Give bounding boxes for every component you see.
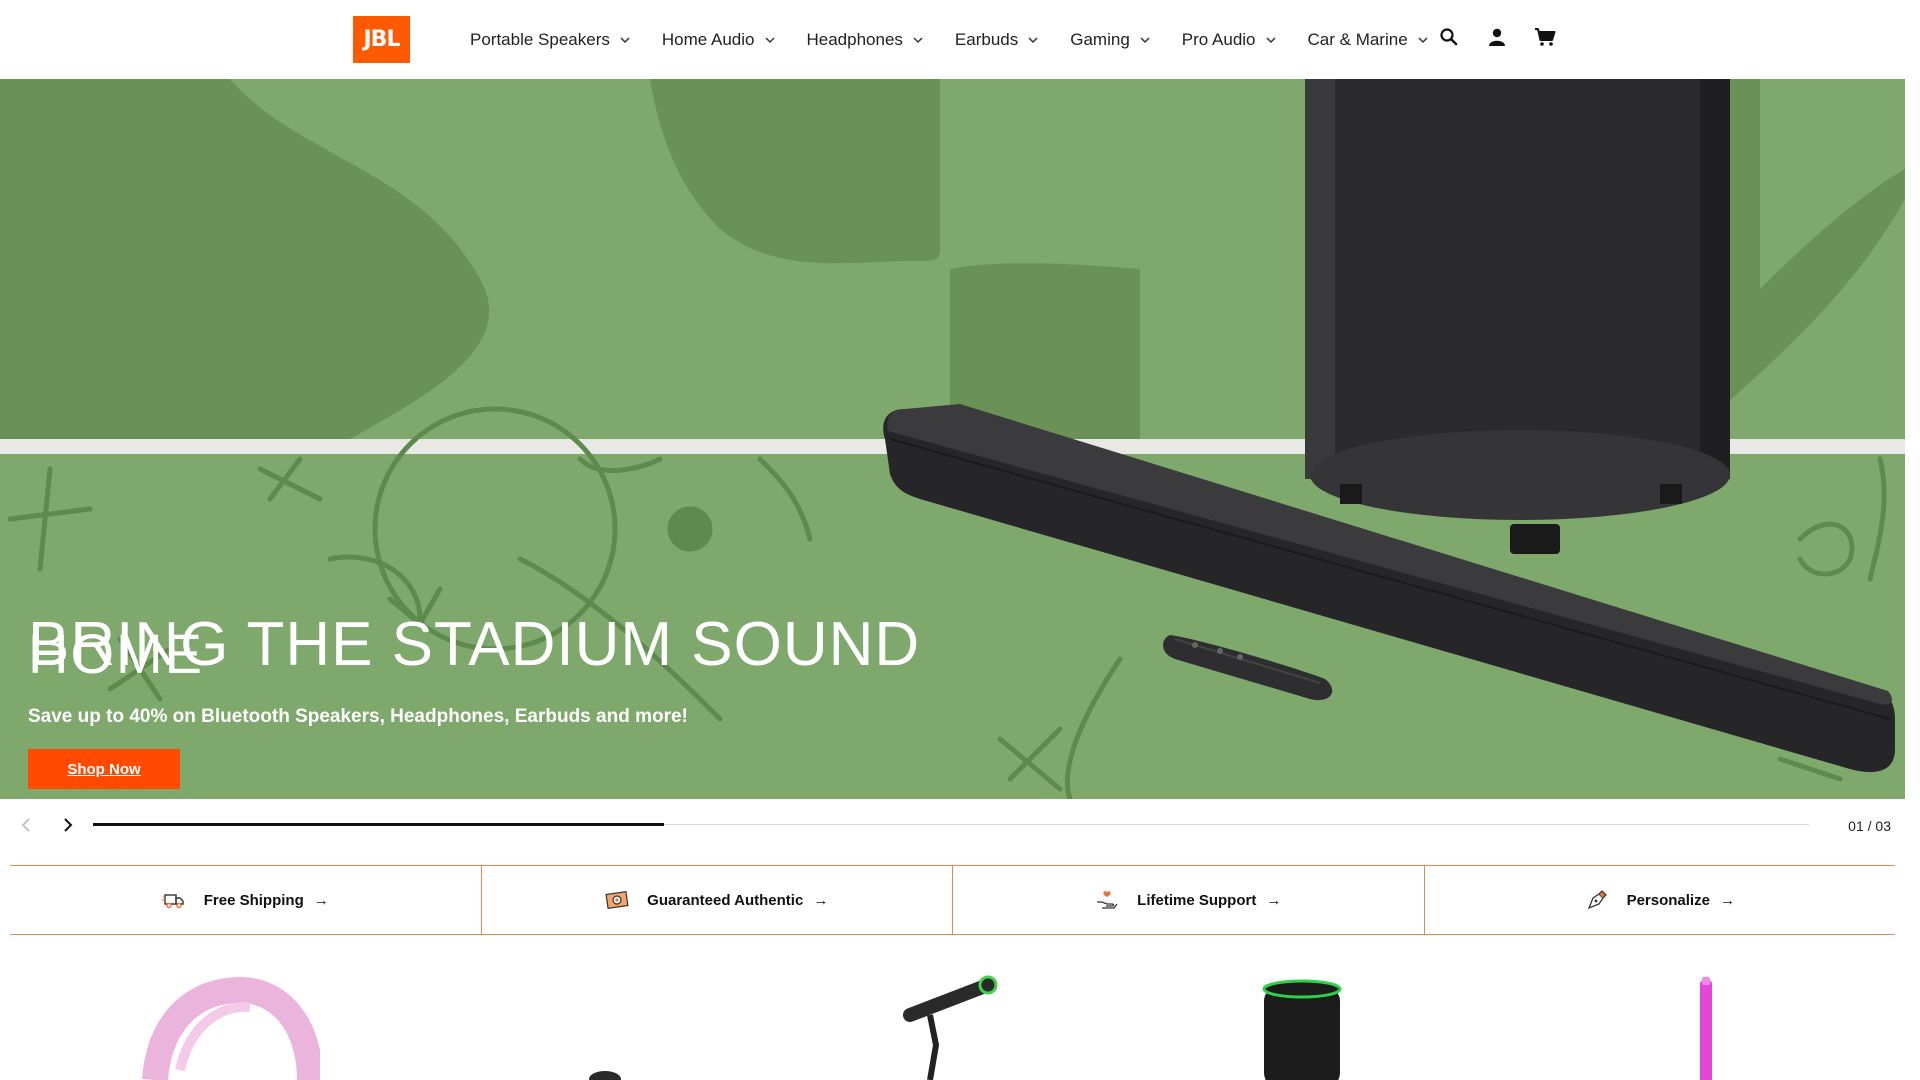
nav-portable-speakers[interactable]: Portable Speakers [470,30,631,50]
hero-banner: BRING THE STADIUM SOUND HOME Save up to … [0,79,1905,799]
arrow-right-icon: → [1266,891,1282,909]
pen-icon [1587,890,1607,910]
search-icon[interactable] [1436,24,1462,50]
shop-now-button[interactable]: Shop Now [28,749,180,789]
main-nav: Portable Speakers Home Audio Headphones … [470,0,1429,79]
arrow-right-icon: → [313,891,329,909]
slide-counter: 01 / 03 [1848,818,1891,834]
nav-label: Pro Audio [1181,29,1256,49]
chevron-down-icon [1418,36,1428,43]
certificate-icon [605,890,629,910]
headphones-image[interactable] [140,975,320,1080]
nav-headphones[interactable]: Headphones [807,30,924,50]
nav-gaming[interactable]: Gaming [1070,30,1151,50]
nav-label: Gaming [1070,29,1130,49]
nav-label: Earbuds [954,29,1019,49]
nav-label: Home Audio [661,29,755,49]
slider-controls: 01 / 03 [0,810,1905,840]
cart-icon[interactable] [1532,24,1558,50]
chevron-down-icon [1265,36,1276,43]
site-header: JBL Portable Speakers Home Audio Headpho… [0,0,1905,79]
slider-prev-arrow-icon[interactable] [18,816,36,834]
microphone-image[interactable] [900,975,1000,1080]
benefit-label: Lifetime Support [1137,891,1257,909]
benefit-label: Free Shipping [203,891,304,909]
benefit-lifetime-support[interactable]: Lifetime Support → [952,866,1424,934]
nav-label: Headphones [806,29,903,49]
account-icon[interactable] [1484,24,1510,50]
arrow-right-icon: → [813,891,829,909]
benefit-free-shipping[interactable]: Free Shipping → [10,866,481,934]
chevron-down-icon [1028,36,1038,43]
slider-next-arrow-icon[interactable] [58,816,76,834]
earbuds-image[interactable] [575,975,635,1080]
slider-progress [93,823,1809,826]
hero-subtitle: Save up to 40% on Bluetooth Speakers, He… [28,706,688,727]
nav-label: Car & Marine [1307,29,1408,49]
party-speaker-image[interactable] [1262,975,1342,1080]
jbl-logo[interactable]: JBL [353,16,410,63]
benefit-label: Guaranteed Authentic [647,891,804,909]
arrow-right-icon: → [1719,891,1735,909]
hero-background-image [0,79,1905,799]
support-hand-icon [1097,891,1118,909]
benefit-guaranteed-authentic[interactable]: Guaranteed Authentic → [480,866,953,934]
slider-progress-fill [93,823,665,826]
nav-car-marine[interactable]: Car & Marine [1308,30,1429,50]
nav-label: Portable Speakers [470,29,610,49]
chevron-down-icon [620,36,630,43]
chevron-down-icon [764,36,775,43]
benefits-bar: Free Shipping → Guaranteed Authentic → L… [10,865,1895,935]
benefit-personalize[interactable]: Personalize → [1423,866,1896,934]
chevron-down-icon [1140,36,1150,43]
light-stick-image[interactable] [1690,975,1720,1080]
hero-title-overlap: HOME [28,622,204,685]
benefit-label: Personalize [1626,891,1710,909]
nav-pro-audio[interactable]: Pro Audio [1182,30,1277,50]
nav-earbuds[interactable]: Earbuds [955,30,1039,50]
chevron-down-icon [913,36,923,43]
page: JBL Portable Speakers Home Audio Headpho… [0,0,1905,1080]
truck-icon [161,894,184,909]
nav-home-audio[interactable]: Home Audio [662,30,776,50]
header-icons [1436,24,1558,50]
product-row [0,975,1905,1080]
